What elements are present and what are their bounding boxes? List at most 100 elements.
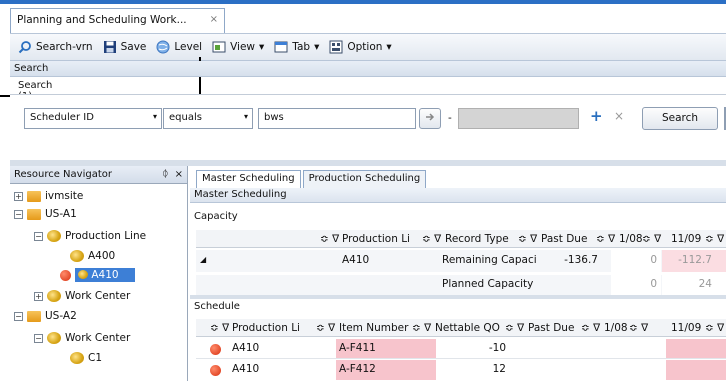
sort-filter-icon[interactable]: ≎ ∇ xyxy=(596,233,615,245)
tree-item-production-line[interactable]: − Production Line xyxy=(34,227,146,245)
tree-item-a400[interactable]: A400 xyxy=(70,247,115,265)
sort-filter-icon[interactable]: ≎ ∇ xyxy=(705,233,724,245)
schedule-row-2[interactable]: A410 A-F412 12 xyxy=(196,360,726,380)
search-value-text: bws xyxy=(264,112,284,123)
main-tabs: Master Scheduling Production Scheduling xyxy=(196,170,428,188)
expand-icon[interactable]: + xyxy=(34,291,43,301)
tree-item-us-a1[interactable]: − US-A1 xyxy=(14,205,77,223)
capacity-row-1[interactable]: ◢ A410 Remaining Capaci -136.7 0 -112.7 xyxy=(196,250,726,272)
sort-filter-icon[interactable]: ≎ ∇ xyxy=(629,322,648,334)
arrow-right-icon xyxy=(426,113,435,121)
sort-filter-icon[interactable]: ≎ ∇ xyxy=(316,322,335,334)
add-criteria-icon[interactable]: + xyxy=(590,107,603,125)
sort-filter-icon[interactable]: ≎ ∇ xyxy=(412,322,431,334)
tree-item-a410-selected[interactable]: A410 xyxy=(60,266,135,284)
resource-navigator: Resource Navigator ᛰ × + ivmsite − US-A1… xyxy=(10,166,188,381)
cell-production-line: A410 xyxy=(232,342,260,354)
col-production-line[interactable]: Production Li xyxy=(232,322,300,334)
tab-menu[interactable]: Tab ▾ xyxy=(270,40,323,54)
cell-record-type: Planned Capacity xyxy=(442,278,534,290)
master-scheduling-header: Master Scheduling xyxy=(190,188,726,203)
col-nettable-qo[interactable]: Nettable QO xyxy=(435,322,500,334)
col-past-due[interactable]: Past Due xyxy=(541,233,587,245)
col-production-line[interactable]: Production Li xyxy=(342,233,410,245)
view-menu[interactable]: View ▾ xyxy=(208,40,268,54)
sort-filter-icon[interactable]: ≎ ∇ xyxy=(581,322,600,334)
tab-master-scheduling[interactable]: Master Scheduling xyxy=(196,170,301,188)
range-end-input[interactable] xyxy=(458,108,579,129)
option-menu[interactable]: Option ▾ xyxy=(325,40,395,54)
tab-label: Tab xyxy=(292,41,311,53)
capacity-row-2[interactable]: Planned Capacity 0 24 xyxy=(196,275,726,295)
collapse-icon[interactable]: − xyxy=(14,311,23,321)
sort-filter-icon[interactable]: ≎ ∇ xyxy=(705,322,724,334)
col-date-2[interactable]: 11/09 xyxy=(671,233,701,245)
sort-filter-icon[interactable]: ≎ ∇ xyxy=(518,233,537,245)
col-date-1[interactable]: 1/08 xyxy=(604,322,628,334)
col-past-due[interactable]: Past Due xyxy=(528,322,574,334)
tab-layout-icon xyxy=(274,41,288,53)
operator-dropdown-icon: ▾ xyxy=(243,112,248,121)
col-item-number[interactable]: Item Number xyxy=(339,322,408,334)
remove-criteria-icon[interactable]: × xyxy=(614,109,624,123)
sort-filter-icon[interactable]: ≎ ∇ xyxy=(320,233,339,245)
tree-item-label: Production Line xyxy=(65,230,147,242)
document-tab[interactable]: Planning and Scheduling Work... × xyxy=(10,8,225,33)
sort-filter-icon[interactable]: ≎ ∇ xyxy=(642,233,661,245)
cell-record-type: Remaining Capaci xyxy=(442,254,537,266)
tree-item-us-a2[interactable]: − US-A2 xyxy=(14,307,77,325)
search-value-input[interactable]: bws xyxy=(258,108,416,129)
cell-date-1: 0 xyxy=(611,250,661,272)
col-date-2[interactable]: 11/09 xyxy=(671,322,701,334)
close-panel-icon[interactable]: × xyxy=(175,169,183,180)
view-dropdown-icon: ▾ xyxy=(259,41,265,53)
search-vrn-label: Search-vrn xyxy=(36,41,93,53)
tree-item-label: C1 xyxy=(88,352,103,364)
grid-splitter[interactable] xyxy=(190,295,726,299)
options-grid-icon xyxy=(329,40,343,54)
document-tab-bar: Planning and Scheduling Work... × xyxy=(0,0,726,33)
expand-icon[interactable]: + xyxy=(14,191,23,201)
resource-icon xyxy=(70,250,84,262)
navigator-header: Resource Navigator ᛰ × xyxy=(10,166,187,184)
pin-icon[interactable]: ᛰ xyxy=(162,169,168,180)
tab-production-scheduling[interactable]: Production Scheduling xyxy=(302,170,427,188)
cell-item-number-alert: A-F411 xyxy=(336,339,436,358)
level-button[interactable]: Level xyxy=(152,40,206,54)
search-button[interactable]: Search xyxy=(642,107,718,130)
tree-item-ivmsite[interactable]: + ivmsite xyxy=(14,187,83,205)
schedule-column-headers: ≎ ∇ Production Li ≎ ∇ Item Number ≎ ∇ Ne… xyxy=(196,319,726,337)
alert-status-icon xyxy=(210,365,221,376)
collapse-icon[interactable]: − xyxy=(14,209,23,219)
sort-filter-icon[interactable]: ≎ ∇ xyxy=(505,322,524,334)
tree-item-work-center[interactable]: + Work Center xyxy=(34,287,130,305)
search-vrn-button[interactable]: Search-vrn xyxy=(14,40,97,54)
schedule-header: Schedule xyxy=(190,300,726,315)
search-field-select[interactable]: Scheduler ID ▾ xyxy=(24,108,162,129)
resource-group-icon xyxy=(47,290,61,302)
tree-item-c1[interactable]: C1 xyxy=(70,349,102,367)
document-tab-title: Planning and Scheduling Work... xyxy=(17,14,187,26)
collapse-icon[interactable]: − xyxy=(34,333,43,343)
lookup-button[interactable] xyxy=(419,108,441,129)
cell-date-1: 0 xyxy=(611,275,661,295)
alert-status-icon xyxy=(210,344,221,355)
schedule-row-1[interactable]: A410 A-F411 -10 xyxy=(196,339,726,359)
close-tab-icon[interactable]: × xyxy=(210,14,218,25)
resource-icon xyxy=(78,270,88,279)
save-button[interactable]: Save xyxy=(99,40,151,54)
row-expand-icon[interactable]: ◢ xyxy=(200,255,206,264)
col-record-type[interactable]: Record Type xyxy=(445,233,509,245)
search-field-value: Scheduler ID xyxy=(30,112,94,123)
operator-select[interactable]: equals ▾ xyxy=(163,108,253,129)
resource-icon xyxy=(70,352,84,364)
sort-filter-icon[interactable]: ≎ ∇ xyxy=(422,233,441,245)
navigator-title: Resource Navigator xyxy=(14,169,112,180)
cell-nettable-qo: -10 xyxy=(488,342,506,354)
accent-strip xyxy=(0,0,726,4)
col-date-1[interactable]: 1/08 xyxy=(619,233,643,245)
collapse-icon[interactable]: − xyxy=(34,231,43,241)
search-tab[interactable]: Search (1) xyxy=(18,78,68,102)
sort-filter-icon[interactable]: ≎ ∇ xyxy=(210,322,229,334)
tree-item-work-center-2[interactable]: − Work Center xyxy=(34,329,130,347)
